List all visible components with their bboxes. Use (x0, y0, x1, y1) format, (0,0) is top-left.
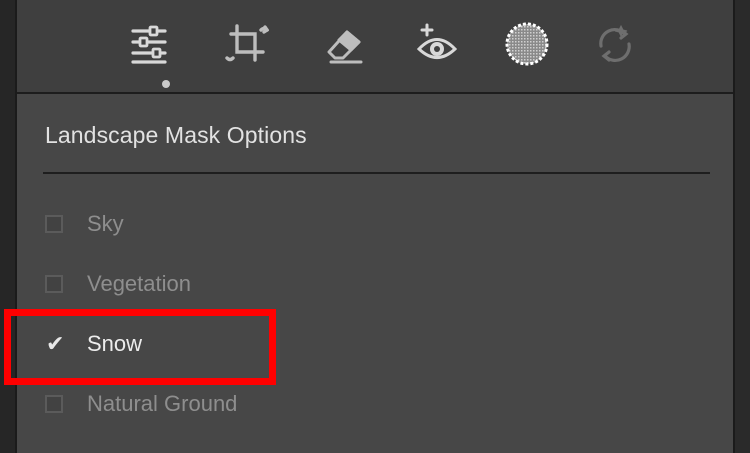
panel-title: Landscape Mask Options (45, 122, 307, 148)
eraser-icon (327, 30, 363, 64)
crop-rotate-icon (225, 24, 269, 62)
option-sky[interactable]: Sky (45, 204, 124, 244)
option-label-sky: Sky (87, 211, 124, 236)
red-eye-icon (416, 23, 458, 59)
natural-ground-checkbox[interactable] (45, 395, 63, 413)
checkmark-icon: ✔ (46, 331, 65, 356)
option-snow[interactable]: ✔ Snow (45, 324, 142, 364)
lightroom-panel-frame: Landscape Mask Options Sky Vegetation ✔ … (0, 0, 750, 453)
sky-checkbox[interactable] (45, 215, 63, 233)
vegetation-checkbox[interactable] (45, 275, 63, 293)
edit-tool-button[interactable] (123, 18, 175, 70)
option-label-vegetation: Vegetation (87, 271, 191, 296)
masking-icon (505, 22, 549, 66)
right-edge (733, 0, 750, 453)
option-natural-ground[interactable]: Natural Ground (45, 384, 237, 424)
crop-tool-button[interactable] (221, 18, 273, 70)
healing-tool-button[interactable] (317, 18, 369, 70)
sliders-icon (131, 25, 167, 64)
presets-refresh-icon (599, 24, 631, 63)
snow-checkbox[interactable]: ✔ (45, 331, 65, 356)
active-tool-indicator (162, 80, 170, 88)
edit-toolbar (17, 0, 733, 94)
option-vegetation[interactable]: Vegetation (45, 264, 191, 304)
red-eye-tool-button[interactable] (411, 18, 463, 70)
landscape-mask-panel: Landscape Mask Options Sky Vegetation ✔ … (17, 94, 733, 453)
option-label-snow: Snow (87, 331, 143, 356)
presets-tool-button[interactable] (589, 18, 641, 70)
left-rail (0, 0, 16, 453)
masking-tool-button[interactable] (501, 18, 553, 70)
panel-divider (43, 172, 710, 174)
option-label-natural-ground: Natural Ground (87, 391, 238, 416)
